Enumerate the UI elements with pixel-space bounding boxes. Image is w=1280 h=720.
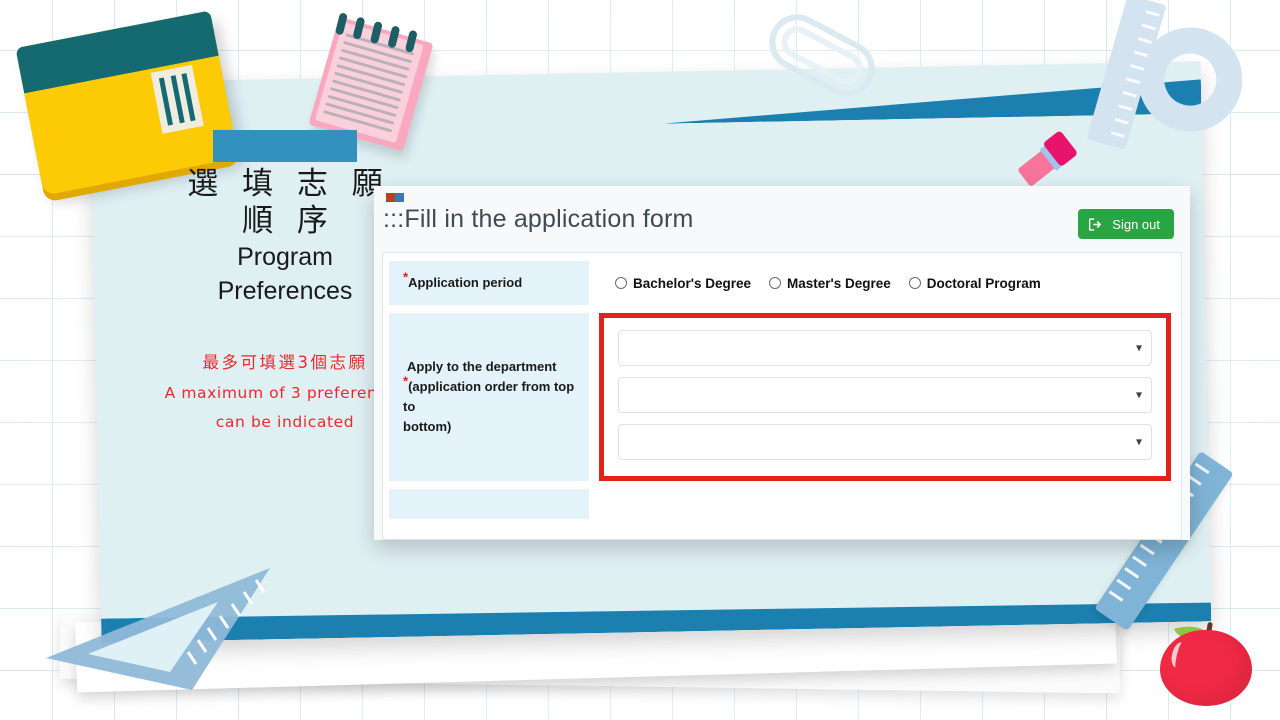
label-apply-department-line2-wrap: *(application order from top to bbox=[403, 375, 579, 417]
value-next-row-cell bbox=[595, 489, 1175, 519]
form-row-application-period: *Application period Bachelor's Degree Ma… bbox=[389, 261, 1175, 306]
form-body: *Application period Bachelor's Degree Ma… bbox=[382, 252, 1182, 540]
value-application-period-cell: Bachelor's Degree Master's Degree Doctor… bbox=[595, 261, 1175, 305]
radio-masters-degree[interactable]: Master's Degree bbox=[769, 276, 891, 291]
page-title: :::Fill in the application form bbox=[383, 205, 694, 233]
department-highlight-box: ▾ ▾ ▾ bbox=[599, 313, 1171, 482]
card-top-banner bbox=[661, 79, 1202, 123]
radio-circle-icon[interactable] bbox=[769, 277, 782, 290]
label-application-period: Application period bbox=[408, 275, 523, 290]
value-apply-department-cell: ▾ ▾ ▾ bbox=[595, 313, 1175, 482]
application-form-table: *Application period Bachelor's Degree Ma… bbox=[383, 253, 1181, 527]
department-select-3[interactable] bbox=[618, 424, 1152, 461]
label-apply-department-cell: Apply to the department *(application or… bbox=[389, 313, 589, 482]
sign-out-label: Sign out bbox=[1112, 216, 1160, 232]
sign-out-icon bbox=[1088, 217, 1103, 232]
label-application-period-cell: *Application period bbox=[389, 261, 589, 306]
application-period-radio-group: Bachelor's Degree Master's Degree Doctor… bbox=[605, 276, 1165, 291]
department-select-2[interactable] bbox=[618, 377, 1152, 414]
application-form-window: :::Fill in the application form Sign out… bbox=[374, 186, 1190, 540]
label-next-row-cell bbox=[389, 489, 589, 520]
department-select-row-2: ▾ bbox=[618, 377, 1152, 414]
radio-circle-icon[interactable] bbox=[908, 277, 921, 290]
radio-doctoral-program-label: Doctoral Program bbox=[926, 275, 1041, 291]
department-select-1[interactable] bbox=[618, 330, 1152, 367]
apple-icon bbox=[1160, 619, 1252, 706]
label-apply-department-line1: Apply to the department bbox=[407, 358, 557, 374]
form-window-header: :::Fill in the application form Sign out bbox=[374, 186, 1190, 252]
sign-out-button[interactable]: Sign out bbox=[1078, 209, 1174, 239]
radio-bachelors-degree-label: Bachelor's Degree bbox=[633, 275, 752, 291]
department-select-row-3: ▾ bbox=[618, 424, 1152, 461]
label-apply-department-line2: (application order from top to bbox=[403, 379, 575, 415]
radio-masters-degree-label: Master's Degree bbox=[787, 275, 891, 291]
caption-accent-bar bbox=[213, 130, 357, 162]
form-row-next-partial bbox=[389, 489, 1175, 520]
radio-circle-icon[interactable] bbox=[615, 277, 627, 290]
label-apply-department-line3: bottom) bbox=[403, 419, 452, 435]
slide-canvas: 選 填 志 願 順 序 Program Preferences 最多可填選3個志… bbox=[0, 0, 1280, 720]
department-select-row-1: ▾ bbox=[618, 330, 1152, 367]
form-row-apply-department: Apply to the department *(application or… bbox=[389, 313, 1175, 482]
radio-bachelors-degree[interactable]: Bachelor's Degree bbox=[615, 276, 751, 291]
radio-doctoral-program[interactable]: Doctoral Program bbox=[908, 275, 1041, 291]
site-logo-icon bbox=[386, 193, 404, 202]
